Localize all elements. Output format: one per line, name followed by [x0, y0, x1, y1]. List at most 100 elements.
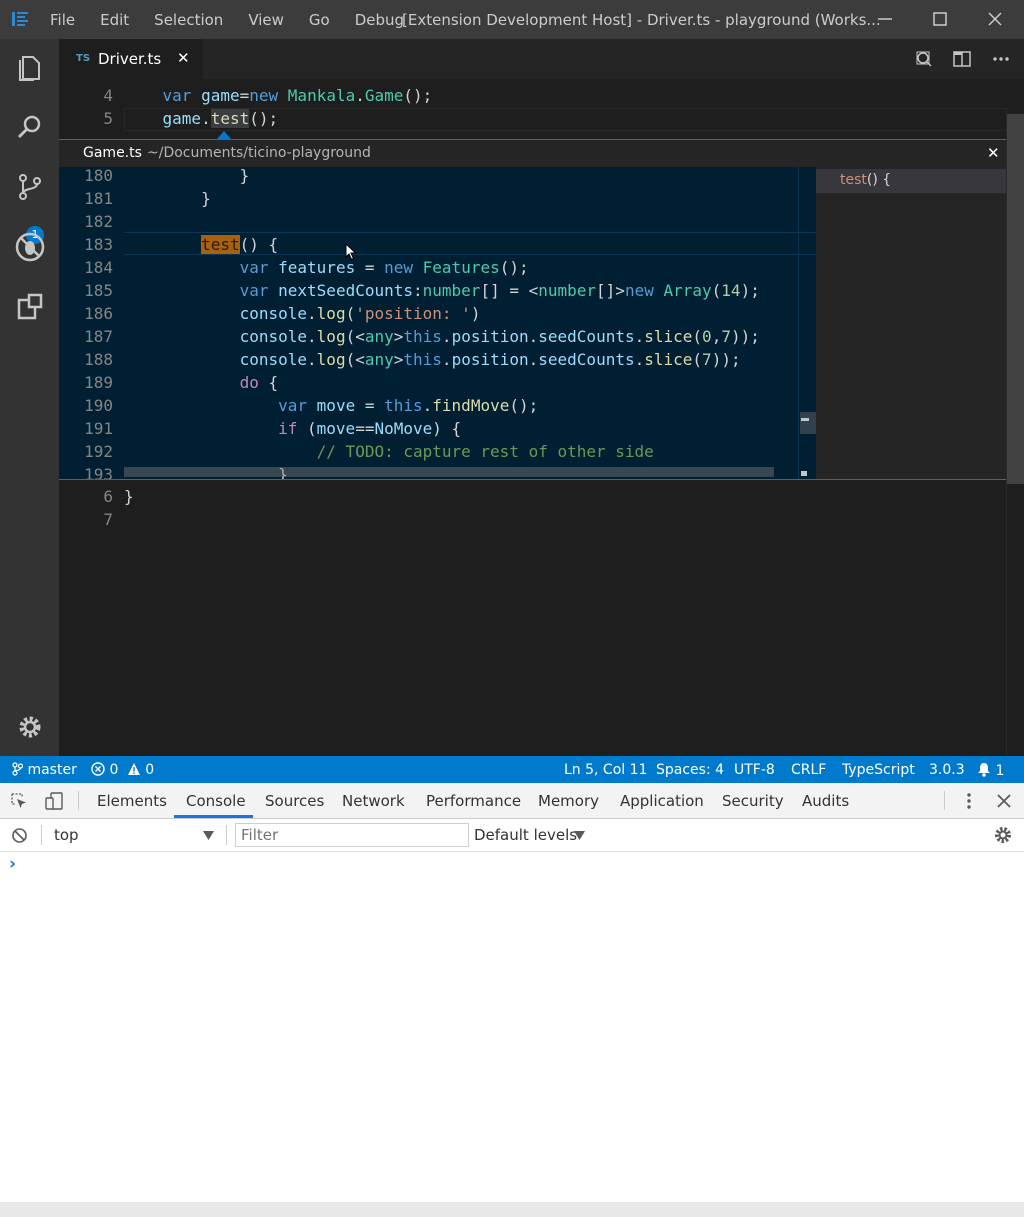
code-line: if (move==NoMove) { [278, 419, 462, 438]
error-icon [91, 762, 105, 776]
source-control-icon[interactable] [14, 171, 46, 203]
line-number: 181 [84, 189, 113, 208]
code-line: game.test(); [162, 109, 279, 128]
line-number: 186 [84, 304, 113, 323]
peek-scrollbar-thumb[interactable] [800, 412, 816, 434]
tab-label: Driver.ts [98, 50, 162, 68]
more-actions-icon[interactable] [991, 49, 1011, 69]
peek-horizontal-scrollbar[interactable] [124, 467, 774, 477]
debug-icon[interactable] [14, 231, 46, 263]
tab-elements[interactable]: Elements [97, 792, 167, 810]
status-bar: master 0 0 Ln 5, Col 11 Spaces: 4 UTF-8 … [0, 756, 1024, 783]
notifications[interactable]: 1 [977, 762, 1004, 779]
git-branch-icon [12, 762, 24, 776]
close-window-icon[interactable] [984, 8, 1006, 30]
tab-network[interactable]: Network [342, 792, 405, 810]
reference-text: test() { [840, 172, 892, 188]
line-number: 185 [84, 281, 113, 300]
code-line: console.log('position: ') [239, 304, 481, 323]
branch-name: master [27, 762, 77, 778]
menu-go[interactable]: Go [309, 11, 330, 29]
tab-security[interactable]: Security [722, 792, 784, 810]
console-settings-gear-icon[interactable] [993, 825, 1013, 845]
menu-edit[interactable]: Edit [100, 11, 129, 29]
line-number: 6 [103, 487, 113, 506]
indentation[interactable]: Spaces: 4 [656, 762, 724, 778]
editor-scrollbar-thumb[interactable] [1007, 114, 1024, 484]
peek-arrow-icon [217, 131, 231, 139]
tab-audits[interactable]: Audits [802, 792, 849, 810]
devtools-close-icon[interactable] [995, 792, 1013, 810]
line-number: 7 [103, 510, 113, 529]
peek-view-body[interactable]: 180 } 181 } 182 183 test() { 184 var fea… [59, 167, 1006, 480]
git-branch[interactable]: master [12, 762, 77, 778]
encoding[interactable]: UTF-8 [734, 762, 775, 778]
editor-tab-strip: TS Driver.ts ✕ [59, 39, 1024, 79]
problems-indicator[interactable]: 0 0 [91, 762, 154, 778]
split-editor-icon[interactable] [952, 49, 972, 69]
typescript-version[interactable]: 3.0.3 [929, 762, 965, 778]
code-line: console.log(<any>this.position.seedCount… [239, 327, 760, 346]
log-levels-label: Default levels [474, 826, 578, 844]
line-ending[interactable]: CRLF [791, 762, 826, 778]
console-filter-input[interactable] [235, 823, 469, 847]
console-output[interactable]: › [0, 852, 1024, 1202]
peek-references-list[interactable]: test() { [816, 167, 1006, 479]
clear-console-icon[interactable] [11, 827, 28, 844]
divider [41, 825, 42, 845]
line-number: 4 [103, 86, 113, 105]
tab-performance[interactable]: Performance [426, 792, 521, 810]
tab-memory[interactable]: Memory [538, 792, 599, 810]
menu-debug[interactable]: Debug [355, 11, 404, 29]
tab-driver-ts[interactable]: TS Driver.ts ✕ [59, 39, 203, 79]
notification-count: 1 [995, 763, 1005, 779]
explorer-icon[interactable] [14, 51, 46, 83]
tab-application[interactable]: Application [620, 792, 704, 810]
open-changes-icon[interactable] [914, 49, 934, 69]
peek-vertical-scrollbar[interactable] [798, 167, 817, 479]
code-editor[interactable]: 4 var game=new Mankala.Game(); 5 game.te… [59, 79, 1024, 756]
gear-icon[interactable] [14, 711, 46, 743]
line-number: 190 [84, 396, 113, 415]
console-toolbar: top Default levels [0, 819, 1024, 852]
divider [226, 825, 227, 845]
extensions-icon[interactable] [14, 291, 46, 323]
vscode-logo-icon [11, 10, 29, 28]
bottom-edge [0, 1202, 1024, 1217]
peek-view-header: Game.ts ~/Documents/ticino-playground ✕ [59, 139, 1006, 167]
log-levels-dropdown[interactable]: Default levels [474, 822, 604, 848]
code-line: var nextSeedCounts:number[] = <number[]>… [239, 281, 760, 300]
editor-vertical-scrollbar[interactable] [1006, 109, 1024, 756]
language-mode[interactable]: TypeScript [842, 762, 915, 778]
warning-count: 0 [145, 762, 155, 778]
dropdown-arrow-icon [574, 831, 585, 840]
device-toolbar-icon[interactable] [44, 791, 64, 811]
menu-view[interactable]: View [248, 11, 284, 29]
menu-selection[interactable]: Selection [154, 11, 223, 29]
bell-icon [978, 763, 990, 777]
search-icon[interactable] [14, 111, 46, 143]
line-number: 188 [84, 350, 113, 369]
code-line: } [124, 487, 134, 506]
line-number: 184 [84, 258, 113, 277]
context-selector[interactable]: top [50, 822, 220, 848]
line-number: 193 [84, 465, 113, 480]
tab-sources[interactable]: Sources [265, 792, 324, 810]
maximize-icon[interactable] [929, 8, 951, 30]
partial-line [59, 79, 1006, 84]
code-line: // TODO: capture rest of other side [124, 442, 654, 461]
code-line: var features = new Features(); [239, 258, 529, 277]
reference-item[interactable]: test() { [816, 169, 1006, 193]
inspect-element-icon[interactable] [10, 792, 28, 810]
devtools-menu-icon[interactable] [960, 791, 978, 811]
tab-console[interactable]: Console [186, 792, 246, 810]
title-bar: File Edit Selection View Go Debug [Exten… [0, 0, 1024, 39]
tab-close-icon[interactable]: ✕ [177, 49, 190, 67]
peek-file-name[interactable]: Game.ts [83, 145, 142, 161]
error-count: 0 [109, 762, 119, 778]
console-prompt: › [9, 854, 17, 874]
minimize-icon[interactable] [874, 8, 896, 30]
menu-file[interactable]: File [50, 11, 75, 29]
peek-close-icon[interactable]: ✕ [987, 144, 1000, 162]
cursor-position[interactable]: Ln 5, Col 11 [564, 762, 647, 778]
